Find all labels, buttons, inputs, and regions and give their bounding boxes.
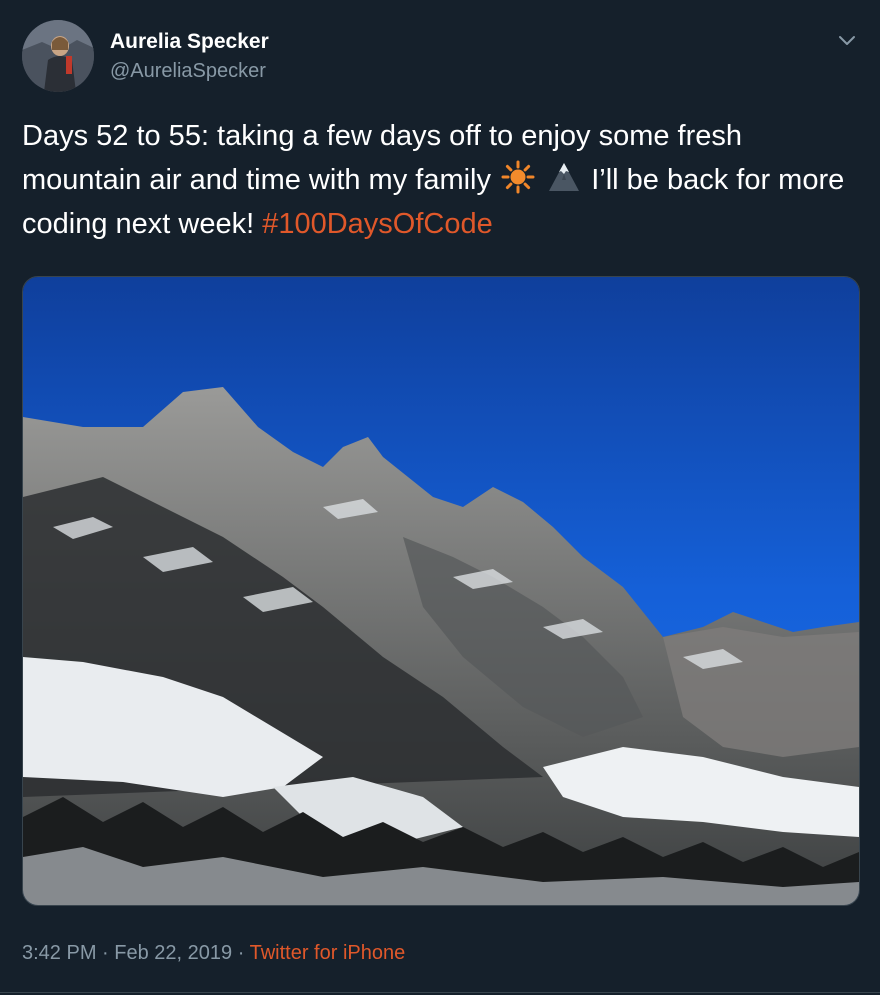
tweet-date[interactable]: Feb 22, 2019 [114, 942, 232, 964]
tweet-text: Days 52 to 55: taking a few days off to … [22, 114, 862, 246]
display-name[interactable]: Aurelia Specker [110, 30, 269, 54]
tweet-source-link[interactable]: Twitter for iPhone [250, 942, 406, 964]
avatar[interactable] [22, 20, 94, 92]
tweet-photo[interactable] [22, 276, 860, 906]
meta-separator: · [102, 942, 109, 964]
tweet-card: Aurelia Specker @AureliaSpecker Days 52 … [0, 0, 880, 995]
user-handle[interactable]: @AureliaSpecker [110, 60, 266, 83]
sun-icon [501, 160, 535, 194]
hashtag-link[interactable]: #100DaysOfCode [262, 208, 493, 240]
meta-separator: · [237, 942, 245, 964]
mountain-icon [547, 160, 581, 194]
divider [0, 992, 880, 993]
chevron-down-icon[interactable] [832, 26, 862, 56]
tweet-time[interactable]: 3:42 PM [22, 942, 96, 964]
tweet-meta: 3:42 PM · Feb 22, 2019 · Twitter for iPh… [22, 942, 405, 965]
